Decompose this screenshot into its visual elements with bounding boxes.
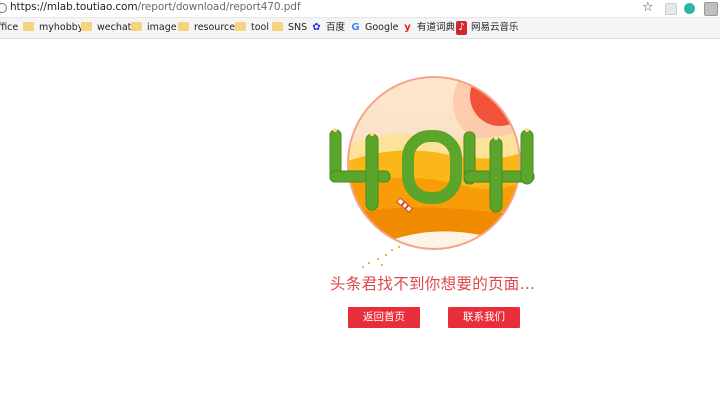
folder-icon <box>235 22 246 31</box>
baidu-paw-icon: ✿ <box>312 22 321 33</box>
error-message: 头条君找不到你想要的页面... <box>330 275 536 293</box>
bookmark-sns[interactable]: SNS <box>272 21 307 35</box>
google-icon: G <box>351 22 360 33</box>
bookmark-google[interactable]: G Google <box>350 21 399 35</box>
folder-icon <box>272 22 283 31</box>
bookmark-label: ffice <box>0 22 19 33</box>
extension-teal-icon[interactable] <box>684 3 695 14</box>
bookmark-label: 网易云音乐 <box>471 22 519 33</box>
extension-gray-icon[interactable] <box>704 2 718 16</box>
bookmarks-bar: ffice myhobby wechat image resource tool… <box>0 18 720 39</box>
bookmark-image[interactable]: image <box>131 21 177 35</box>
address-bar[interactable]: https://mlab.toutiao.com/report/download… <box>0 0 720 18</box>
url-text[interactable]: https://mlab.toutiao.com/report/download… <box>10 1 301 13</box>
bookmark-label: image <box>147 22 177 33</box>
bookmark-resource[interactable]: resource <box>178 21 235 35</box>
netease-music-icon: ♪ <box>456 21 467 35</box>
bookmark-youdao[interactable]: y 有道词典 <box>402 21 455 35</box>
youdao-icon: y <box>404 22 411 33</box>
bookmark-label: myhobby <box>39 22 84 33</box>
bookmark-label: tool <box>251 22 269 33</box>
bookmark-label: SNS <box>288 22 308 33</box>
bookmark-label: 有道词典 <box>417 22 456 33</box>
bookmark-wechat[interactable]: wechat <box>81 21 131 35</box>
bookmark-tool[interactable]: tool <box>235 21 269 35</box>
contact-us-button[interactable]: 联系我们 <box>448 307 520 328</box>
url-path: /report/download/report470.pdf <box>137 1 301 13</box>
folder-icon <box>131 22 142 31</box>
bookmark-label: Google <box>365 22 399 33</box>
site-info-icon[interactable] <box>0 3 7 13</box>
bookmark-myhobby[interactable]: myhobby <box>23 21 83 35</box>
folder-icon <box>81 22 92 31</box>
folder-icon <box>178 22 189 31</box>
cactus-404-icon <box>329 128 535 213</box>
bookmark-netease-music[interactable]: ♪ 网易云音乐 <box>456 21 519 35</box>
bookmark-office[interactable]: ffice <box>0 21 18 35</box>
bookmark-label: 百度 <box>326 22 346 33</box>
extension-icon[interactable] <box>665 3 677 15</box>
folder-icon <box>23 22 34 31</box>
url-host: https://mlab.toutiao.com <box>10 1 138 13</box>
back-home-button[interactable]: 返回首页 <box>348 307 420 328</box>
bookmark-label: wechat <box>97 22 132 33</box>
bookmark-star-icon[interactable]: ☆ <box>642 0 654 15</box>
bookmark-label: resource <box>194 22 236 33</box>
bookmark-baidu[interactable]: ✿ 百度 <box>311 21 345 35</box>
